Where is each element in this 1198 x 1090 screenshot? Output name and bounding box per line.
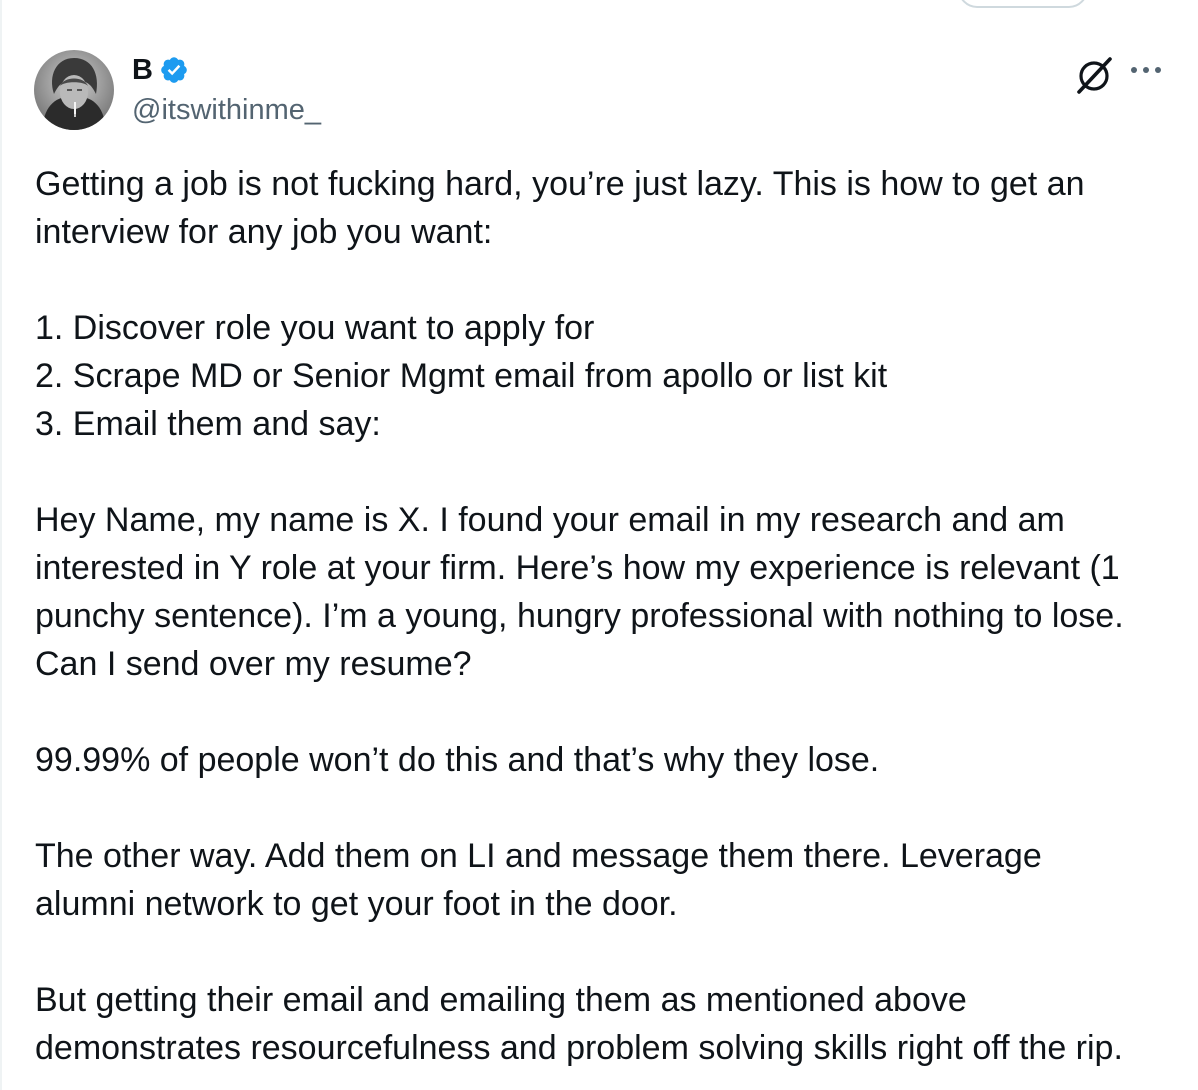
tweet-paragraph: Hey Name, my name is X. I found your ema… [35,496,1180,688]
tweet-paragraph: 99.99% of people won’t do this and that’… [35,736,1180,784]
tweet-text: Getting a job is not fucking hard, you’r… [35,160,1180,1072]
tweet-paragraph: 1. Discover role you want to apply for 2.… [35,304,1180,448]
grok-icon[interactable] [1073,54,1115,96]
more-options-icon[interactable] [1128,58,1164,82]
user-handle[interactable]: @itswithinme_ [132,92,321,128]
tweet-paragraph: But getting their email and emailing the… [35,976,1180,1072]
tweet-line: punchy sentence). I’m a young, hungry pr… [35,597,1124,635]
avatar-photo-icon [34,50,114,130]
avatar[interactable] [34,50,114,130]
tweet-paragraph: Getting a job is not fucking hard, you’r… [35,160,1180,256]
display-name[interactable]: B [132,52,153,88]
tweet-line: Hey Name, my name is X. I found your ema… [35,501,1065,539]
tweet-screenshot: B @itswithinme_ Getting a job is not fuc… [0,0,1198,1090]
verified-badge-icon [161,57,187,83]
tweet-line: Getting a job is not fucking hard, you’r… [35,165,1085,203]
column-border [0,0,2,1090]
tweet-line: interview for any job you want: [35,213,493,251]
tweet-line: demonstrates resourcefulness and problem… [35,1029,1123,1067]
tweet-line: alumni network to get your foot in the d… [35,885,678,923]
tweet-line: interested in Y role at your firm. Here’… [35,549,1120,587]
tweet-line: 2. Scrape MD or Senior Mgmt email from a… [35,357,888,395]
top-pill-button[interactable] [958,0,1088,8]
display-name-row[interactable]: B [132,52,189,88]
tweet-line: Can I send over my resume? [35,645,472,683]
tweet-line: The other way. Add them on LI and messag… [35,837,1042,875]
tweet-paragraph: The other way. Add them on LI and messag… [35,832,1180,928]
tweet-line: 1. Discover role you want to apply for [35,309,595,347]
tweet-line: 99.99% of people won’t do this and that’… [35,741,880,779]
tweet-line: 3. Email them and say: [35,405,381,443]
tweet-line: But getting their email and emailing the… [35,981,967,1019]
